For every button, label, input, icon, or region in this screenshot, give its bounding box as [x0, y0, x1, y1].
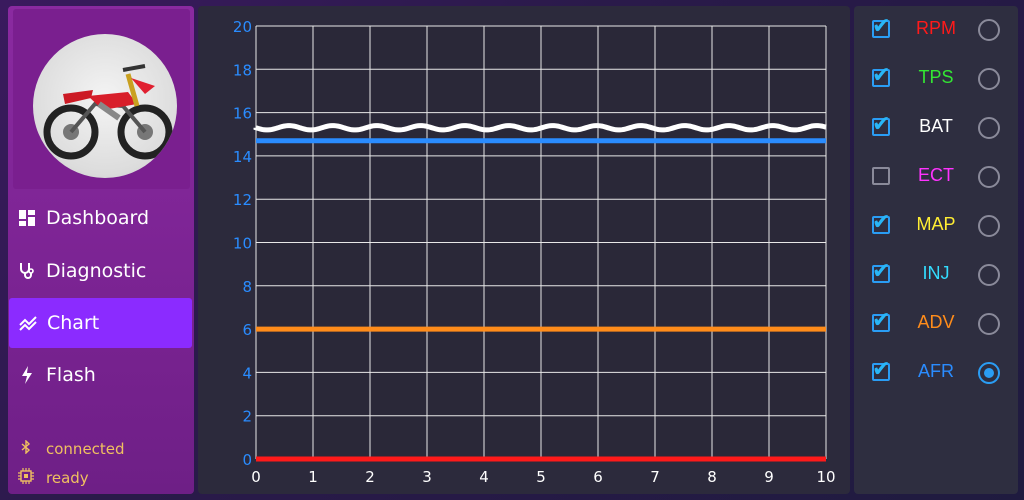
dashboard-icon: [16, 207, 38, 229]
x-tick-label: 7: [650, 468, 660, 486]
y-tick-label: 12: [233, 191, 252, 209]
flash-icon: [16, 364, 38, 386]
y-tick-label: 10: [233, 235, 252, 253]
series-radio[interactable]: [978, 362, 1000, 384]
device-status: ready: [16, 468, 89, 488]
line-chart: 0 1 2 3 4 5 6 7 8 9 1002468101214161820: [233, 18, 836, 486]
x-tick-label: 9: [764, 468, 774, 486]
series-radio[interactable]: [978, 117, 1000, 139]
series-label: AFR: [918, 361, 954, 381]
series-label: ECT: [918, 165, 954, 185]
checkmark-icon: ✔: [872, 14, 891, 39]
x-tick-label: 10: [816, 468, 835, 486]
checkmark-icon: ✔: [872, 357, 891, 382]
checkmark-icon: ✔: [872, 259, 891, 284]
legend-item-ect: ECT: [854, 157, 1018, 197]
sidebar-item-label: Dashboard: [46, 207, 150, 229]
chart-panel: 0 1 2 3 4 5 6 7 8 9 10 0 2 4 6 8 10 12 14 16 18 20: [198, 6, 850, 494]
motorcycle-image: [33, 34, 177, 178]
x-tick-label: 8: [707, 468, 717, 486]
checkmark-icon: ✔: [872, 112, 891, 137]
y-tick-label: 14: [233, 148, 252, 166]
x-tick-label: 1: [308, 468, 318, 486]
series-label: ADV: [917, 312, 955, 332]
x-tick-label: 3: [422, 468, 432, 486]
series-checkbox[interactable]: ✔: [872, 14, 890, 39]
y-tick-label: 4: [242, 364, 252, 382]
stethoscope-icon: [16, 260, 38, 282]
legend-item-tps: ✔ TPS: [854, 59, 1018, 99]
legend-item-adv: ✔ ADV: [854, 304, 1018, 344]
x-tick-label: 5: [536, 468, 546, 486]
checkmark-icon: ✔: [872, 308, 891, 333]
legend-item-bat: ✔ BAT: [854, 108, 1018, 148]
series-checkbox[interactable]: ✔: [872, 308, 890, 333]
sidebar-item-label: Diagnostic: [46, 260, 147, 282]
x-tick-label: 4: [479, 468, 489, 486]
sidebar-item-dashboard[interactable]: Dashboard: [8, 193, 192, 243]
y-tick-label: 20: [233, 18, 252, 36]
sidebar-item-label: Flash: [46, 364, 96, 386]
series-checkbox[interactable]: [872, 167, 890, 185]
connection-status: connected: [16, 439, 125, 458]
legend-item-rpm: ✔ RPM: [854, 10, 1018, 50]
sidebar: Dashboard Diagnostic Chart Flash connect…: [8, 6, 194, 494]
series-radio[interactable]: [978, 313, 1000, 335]
device-status-text: ready: [46, 469, 89, 487]
sidebar-item-label: Chart: [47, 312, 100, 334]
series-radio[interactable]: [978, 19, 1000, 41]
x-tick-label: 6: [593, 468, 603, 486]
series-legend-panel: ✔ RPM ✔ TPS ✔ BAT ECT ✔ MAP ✔ INJ ✔ ADV ✔ AFR: [854, 6, 1018, 494]
chart-icon: [17, 312, 39, 334]
checkmark-icon: ✔: [872, 210, 891, 235]
y-tick-label: 2: [242, 408, 252, 426]
series-radio[interactable]: [978, 215, 1000, 237]
series-checkbox[interactable]: ✔: [872, 259, 890, 284]
vehicle-image-panel: [13, 9, 190, 189]
checkmark-icon: ✔: [872, 63, 891, 88]
series-line-bat: [253, 123, 827, 133]
series-label: BAT: [919, 116, 953, 136]
y-tick-label: 8: [242, 278, 252, 296]
series-radio[interactable]: [978, 68, 1000, 90]
series-label: RPM: [916, 18, 956, 38]
x-tick-label: 0: [251, 468, 261, 486]
series-label: TPS: [918, 67, 954, 87]
series-checkbox[interactable]: ✔: [872, 63, 890, 88]
sidebar-item-chart[interactable]: Chart: [9, 298, 192, 348]
y-tick-label: 6: [242, 321, 252, 339]
legend-item-map: ✔ MAP: [854, 206, 1018, 246]
series-radio[interactable]: [978, 264, 1000, 286]
sidebar-item-flash[interactable]: Flash: [8, 350, 192, 400]
series-label: INJ: [922, 263, 950, 283]
chip-icon: [16, 468, 36, 488]
series-checkbox[interactable]: ✔: [872, 357, 890, 382]
legend-item-afr: ✔ AFR: [854, 353, 1018, 393]
series-radio[interactable]: [978, 166, 1000, 188]
series-label: MAP: [916, 214, 956, 234]
legend-item-inj: ✔ INJ: [854, 255, 1018, 295]
y-tick-label: 0: [242, 451, 252, 469]
x-tick-label: 2: [365, 468, 375, 486]
connection-status-text: connected: [46, 440, 125, 458]
series-checkbox[interactable]: ✔: [872, 210, 890, 235]
bluetooth-icon: [16, 439, 36, 458]
y-tick-label: 16: [233, 105, 252, 123]
y-tick-label: 18: [233, 61, 252, 79]
series-checkbox[interactable]: ✔: [872, 112, 890, 137]
sidebar-item-diagnostic[interactable]: Diagnostic: [8, 246, 192, 296]
